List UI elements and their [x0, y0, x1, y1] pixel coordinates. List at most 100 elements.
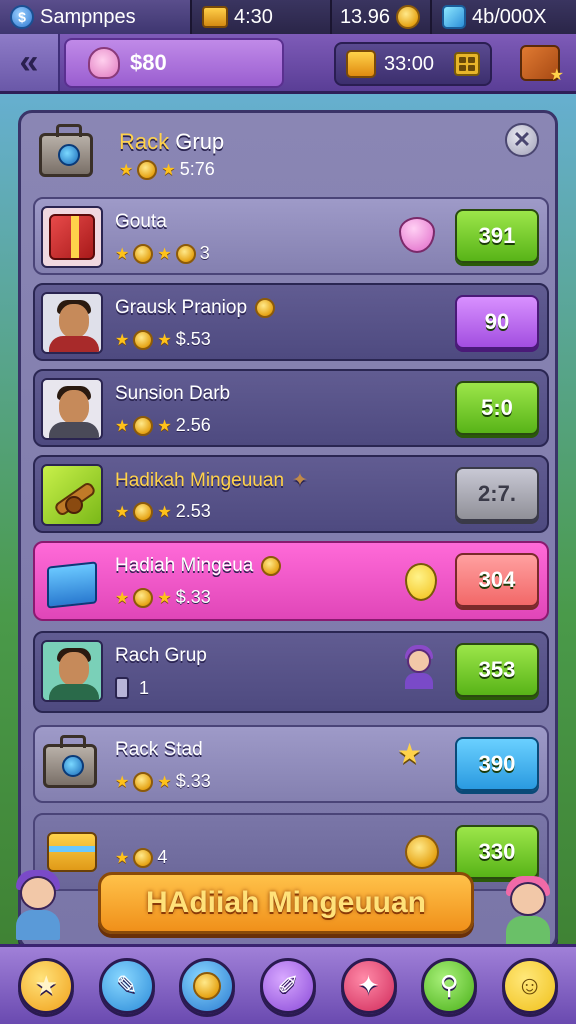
star-icon: ★: [115, 331, 130, 349]
grid-icon: [454, 52, 480, 76]
buy-button[interactable]: 90: [455, 295, 539, 349]
key-icon[interactable]: ⚲: [421, 957, 478, 1014]
star-icon[interactable]: ★: [18, 957, 75, 1014]
back-button[interactable]: «: [0, 34, 60, 91]
gift-icon: [41, 206, 103, 268]
crate-button[interactable]: [514, 38, 566, 88]
chest-timer-value: 33:00: [384, 52, 435, 75]
close-icon: ✕: [512, 127, 532, 152]
coin-value: 13.96: [339, 5, 390, 28]
gem-icon: [399, 217, 435, 253]
crate-icon: [520, 45, 564, 85]
buy-button[interactable]: 390: [455, 737, 539, 791]
item-title: Hadikah Mingeuuan ✦: [115, 469, 308, 492]
phone-icon: [115, 677, 129, 699]
brush-icon[interactable]: ✐: [259, 957, 316, 1014]
panel-header: Rack Grup ★ ★ 5:76 ✕: [33, 119, 543, 197]
character-icon: [401, 645, 437, 689]
buy-button[interactable]: 330: [455, 825, 539, 879]
coin-icon: [133, 587, 154, 608]
potion-icon: [88, 47, 120, 79]
star-icon: ★: [115, 245, 130, 263]
list-item[interactable]: Sunsion Darb ★ ★ 2.56 5:0: [33, 369, 549, 447]
star-icon: ★: [157, 773, 172, 791]
panel-subtitle-value: 5:76: [179, 159, 215, 179]
star-icon: ★: [157, 245, 172, 263]
coin-icon: [405, 835, 439, 869]
coin-display[interactable]: 13.96: [332, 0, 432, 34]
money-value: $80: [130, 50, 167, 75]
item-sub: ★ 4: [115, 847, 168, 868]
buy-button[interactable]: 304: [455, 553, 539, 607]
list-item[interactable]: Gouta ★ ★ 3 391: [33, 197, 549, 275]
panel-subtitle: ★ ★ 5:76: [119, 159, 215, 180]
magic-wand-icon: ★: [397, 738, 423, 769]
dollar-icon: $: [10, 5, 34, 29]
item-title: Gouta: [115, 211, 167, 232]
chest-icon: [202, 6, 228, 28]
item-sub: ★ ★ $.33: [115, 587, 211, 608]
currency-display[interactable]: $ Sampnpes: [0, 0, 192, 34]
coin-icon: [133, 771, 154, 792]
avatar: [41, 640, 103, 702]
list-item[interactable]: Rach Grup 1 353: [33, 631, 549, 713]
header-bar: « $80 33:00: [0, 34, 576, 94]
item-sub: ★ ★ 2.53: [115, 501, 211, 522]
coin-icon: [133, 847, 154, 868]
star-icon: ★: [115, 773, 130, 791]
item-sub: ★ ★ 2.56: [115, 415, 211, 436]
avatar: [41, 378, 103, 440]
coin-icon[interactable]: [179, 957, 236, 1014]
coin-icon: [137, 159, 158, 180]
coin-icon: [133, 329, 154, 350]
chest-timer-pill[interactable]: 33:00: [334, 42, 492, 86]
balloon-icon: [405, 563, 437, 601]
avatar: [41, 292, 103, 354]
double-chevron-left-icon: «: [19, 43, 39, 81]
shop-panel: Rack Grup ★ ★ 5:76 ✕ Gouta ★ ★ 3 391 Gra…: [18, 110, 558, 950]
item-sub: ★ ★ 3: [115, 243, 210, 264]
gem-display[interactable]: 4b/000X: [432, 0, 576, 34]
gem-value: 4b/000X: [472, 5, 547, 28]
buy-button[interactable]: 391: [455, 209, 539, 263]
money-pill[interactable]: $80: [64, 38, 284, 88]
coin-icon: [175, 243, 196, 264]
panel-title-rest: Grup: [175, 129, 225, 154]
item-title: Hadiah Mingeua: [115, 555, 282, 577]
gem-icon: [442, 5, 466, 29]
bottom-nav: ★ ✎ ✐ ✦ ⚲ ☺: [0, 944, 576, 1024]
toolbox-icon: [33, 123, 97, 185]
close-button[interactable]: ✕: [505, 123, 539, 157]
item-sub: 1: [115, 677, 149, 699]
item-sub: ★ ★ $.53: [115, 329, 211, 350]
list-item[interactable]: Grausk Praniop ★ ★ $.53 90: [33, 283, 549, 361]
star-icon: ★: [157, 589, 172, 607]
coin-icon: [255, 298, 276, 318]
coin-icon: [396, 5, 420, 29]
buy-button[interactable]: 353: [455, 643, 539, 697]
list-item[interactable]: Hadiah Mingeua ★ ★ $.33 304: [33, 541, 549, 621]
character-right: [500, 872, 556, 948]
star-icon: ★: [119, 161, 134, 179]
smile-icon[interactable]: ☺: [501, 957, 558, 1014]
weekly-reward-banner[interactable]: HAdiiah Mingeuuan: [98, 872, 474, 934]
buy-button[interactable]: 5:0: [455, 381, 539, 435]
timer-display: 4:30: [192, 0, 332, 34]
item-sub: ★ ★ $.33: [115, 771, 211, 792]
item-title: Sunsion Darb: [115, 383, 231, 404]
pencil-icon[interactable]: ✎: [98, 957, 155, 1014]
star-icon: ★: [161, 161, 176, 179]
panel-title-accent: Rack: [119, 129, 170, 154]
list-item[interactable]: Rack Stad ★ ★ $.33 ★ 390: [33, 725, 549, 803]
star-burst-icon[interactable]: ✦: [340, 957, 397, 1014]
buy-button[interactable]: 2:7.: [455, 467, 539, 521]
timer-value: 4:30: [234, 5, 273, 28]
telescope-icon: [41, 464, 103, 526]
list-item[interactable]: Hadikah Mingeuuan ✦ ★ ★ 2.53 2:7.: [33, 455, 549, 533]
star-icon: ★: [157, 331, 172, 349]
item-title: Rack Stad: [115, 739, 203, 760]
gift-box-icon: [41, 550, 103, 612]
character-left: [10, 866, 66, 942]
star-icon: ★: [115, 417, 130, 435]
coin-icon: [133, 243, 154, 264]
